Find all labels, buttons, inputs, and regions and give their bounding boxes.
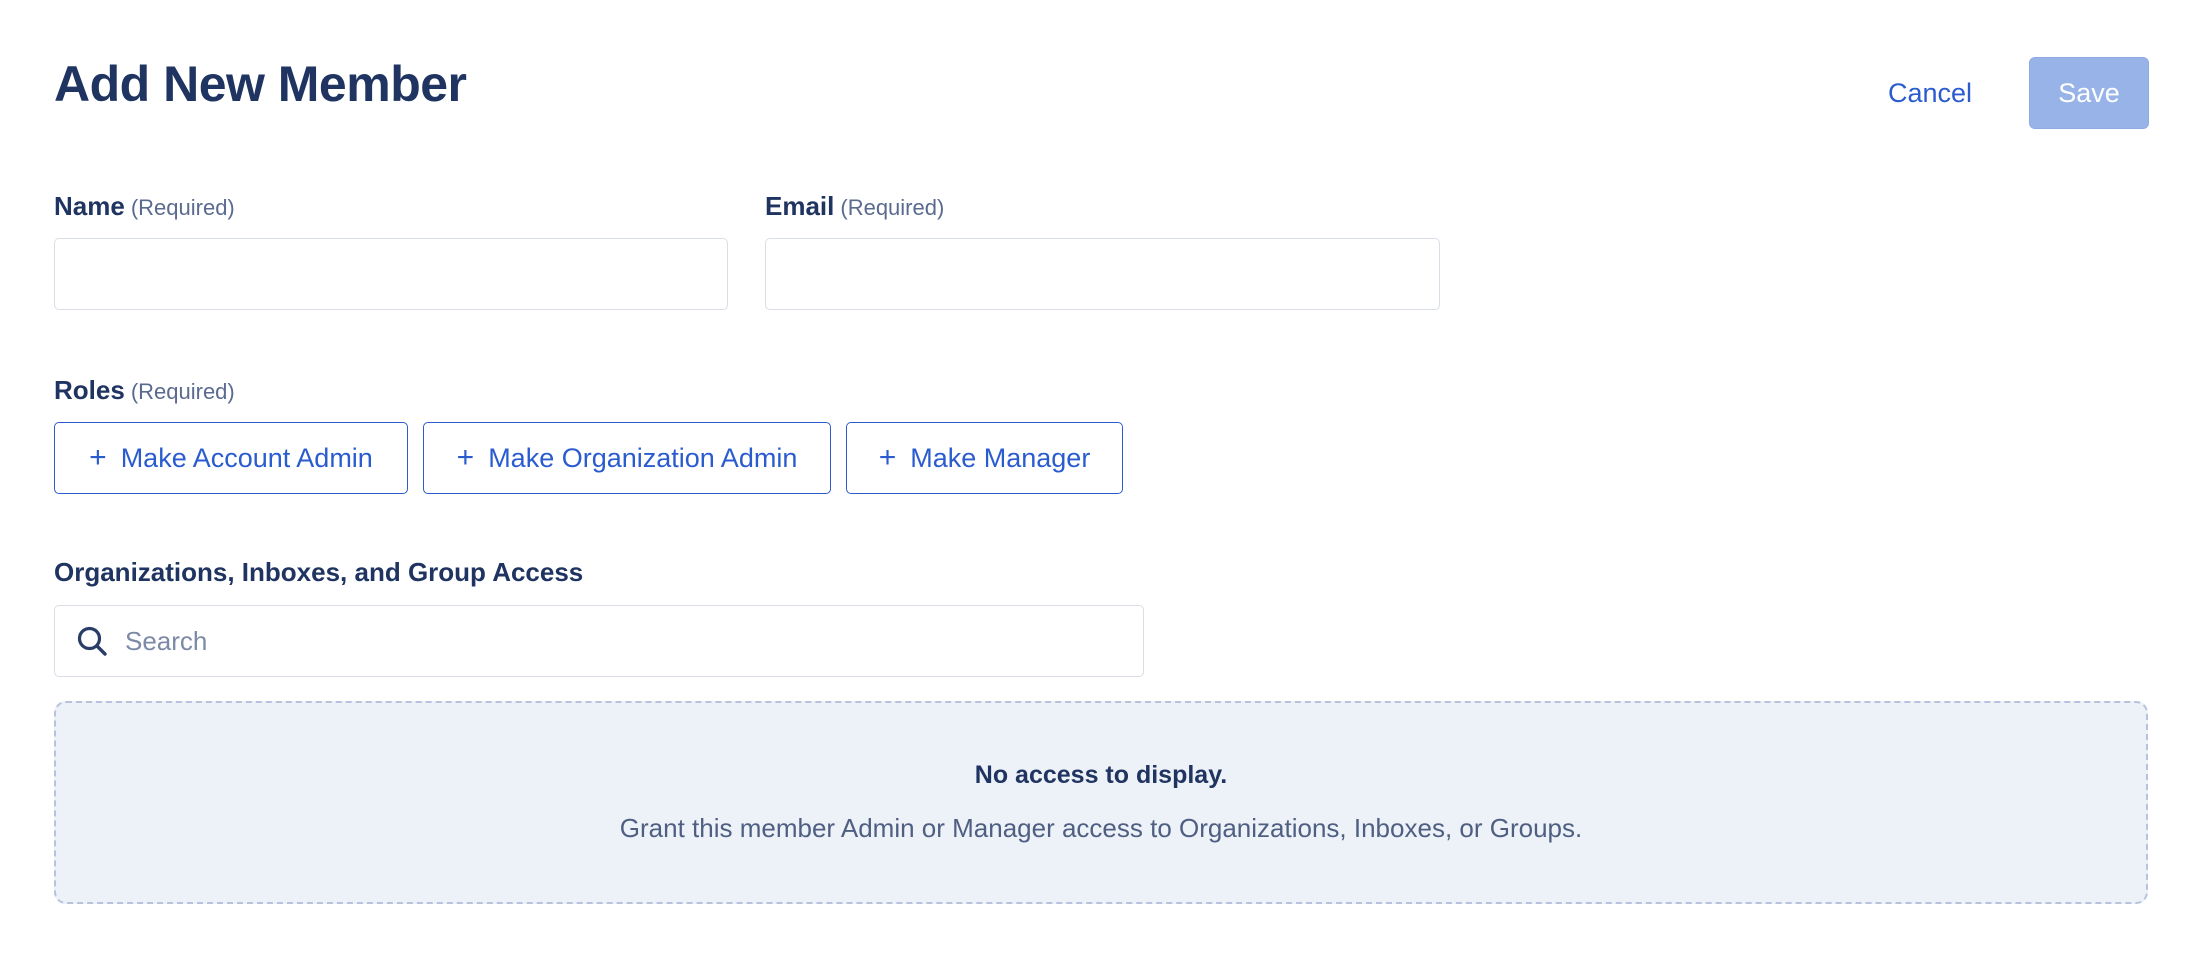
make-manager-label: Make Manager (910, 442, 1091, 473)
empty-access-panel: No access to display. Grant this member … (54, 701, 2148, 904)
search-icon (75, 624, 109, 658)
make-manager-button[interactable]: + Make Manager (846, 422, 1123, 494)
make-organization-admin-button[interactable]: + Make Organization Admin (423, 422, 831, 494)
name-required-hint: (Required) (130, 195, 235, 220)
make-account-admin-button[interactable]: + Make Account Admin (54, 422, 408, 494)
name-label-text: Name (54, 191, 125, 221)
plus-icon: + (878, 441, 897, 474)
access-label: Organizations, Inboxes, and Group Access (54, 557, 584, 587)
empty-state-title: No access to display. (974, 761, 1228, 789)
roles-required-hint: (Required) (130, 379, 235, 404)
email-label-text: Email (765, 191, 835, 221)
search-input[interactable] (123, 610, 1143, 672)
make-account-admin-label: Make Account Admin (120, 442, 373, 473)
name-label: Name (Required) (54, 190, 235, 224)
make-organization-admin-label: Make Organization Admin (488, 442, 798, 473)
email-required-hint: (Required) (840, 195, 945, 220)
access-search[interactable] (54, 605, 1144, 677)
name-field[interactable] (54, 238, 728, 310)
empty-state-description: Grant this member Admin or Manager acces… (619, 813, 1583, 843)
email-label: Email (Required) (765, 190, 944, 224)
plus-icon: + (456, 441, 475, 474)
plus-icon: + (89, 441, 107, 474)
roles-label-text: Roles (54, 375, 125, 405)
cancel-button[interactable]: Cancel (1868, 57, 1992, 129)
page-title: Add New Member (54, 56, 467, 112)
save-button[interactable]: Save (2029, 57, 2149, 129)
add-member-page: Add New Member Cancel Save Name (Required… (0, 0, 2198, 960)
email-field[interactable] (765, 238, 1440, 310)
roles-label: Roles (Required) (54, 374, 235, 408)
